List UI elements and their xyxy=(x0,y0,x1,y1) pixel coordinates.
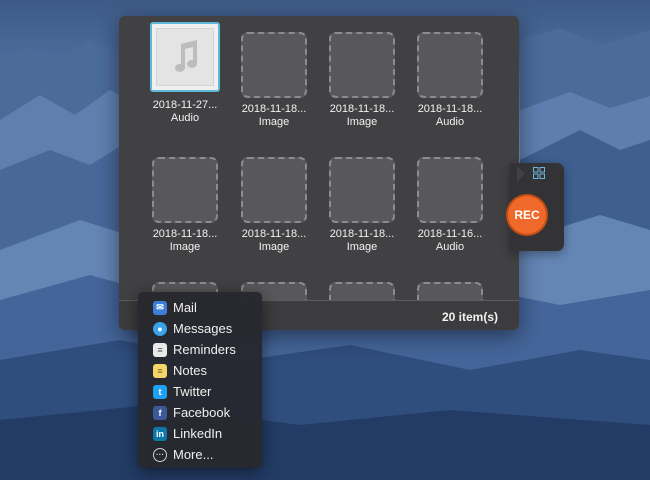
menu-item-notes[interactable]: ≡ Notes xyxy=(138,360,262,381)
item-type: Image xyxy=(258,116,290,128)
menu-item-label: LinkedIn xyxy=(173,426,223,441)
recording-item[interactable]: 2018-11-18... Image xyxy=(318,157,406,253)
item-name: 2018-11-18... xyxy=(329,228,395,240)
menu-item-label: Reminders xyxy=(173,342,236,357)
menu-item-reminders[interactable]: ≡ Reminders xyxy=(138,339,262,360)
image-placeholder xyxy=(152,157,218,223)
menu-item-label: Notes xyxy=(173,363,207,378)
mail-icon: ✉ xyxy=(153,300,167,315)
menu-item-label: Facebook xyxy=(173,405,231,420)
grid-view-icon[interactable] xyxy=(533,167,545,179)
notes-icon: ≡ xyxy=(153,363,167,378)
item-name: 2018-11-18... xyxy=(241,103,307,115)
item-name: 2018-11-27... xyxy=(152,99,218,111)
record-button[interactable]: REC xyxy=(508,196,546,234)
item-name: 2018-11-16... xyxy=(417,228,483,240)
menu-item-label: Twitter xyxy=(173,384,212,399)
menu-item-more[interactable]: ··· More... xyxy=(138,444,262,465)
item-name: 2018-11-18... xyxy=(329,103,395,115)
share-menu: ✉ Mail ● Messages ≡ Reminders ≡ Notes t … xyxy=(138,292,262,468)
item-type: Image xyxy=(258,241,290,253)
recording-item[interactable]: 2018-11-18... Audio xyxy=(406,32,494,128)
item-type: Audio xyxy=(435,116,465,128)
messages-icon: ● xyxy=(153,321,167,336)
menu-item-label: More... xyxy=(173,447,214,462)
item-name: 2018-11-18... xyxy=(241,228,307,240)
image-placeholder xyxy=(241,157,307,223)
item-type: Image xyxy=(346,241,378,253)
menu-item-messages[interactable]: ● Messages xyxy=(138,318,262,339)
menu-item-label: Messages xyxy=(173,321,233,336)
menu-item-linkedin[interactable]: in LinkedIn xyxy=(138,423,262,444)
audio-thumbnail xyxy=(150,22,220,92)
image-placeholder xyxy=(329,157,395,223)
music-note-icon xyxy=(175,40,197,72)
menu-item-label: Mail xyxy=(173,300,197,315)
image-placeholder xyxy=(241,32,307,98)
recording-item[interactable]: 2018-11-18... Image xyxy=(230,157,318,253)
audio-placeholder xyxy=(417,32,483,98)
item-type: Audio xyxy=(435,241,465,253)
item-type: Image xyxy=(169,241,201,253)
recording-item[interactable]: 2018-11-18... Image xyxy=(318,32,406,128)
item-type: Audio xyxy=(170,112,200,124)
item-count: 20 item(s) xyxy=(441,310,498,324)
menu-item-facebook[interactable]: f Facebook xyxy=(138,402,262,423)
more-icon: ··· xyxy=(153,447,167,462)
twitter-icon: t xyxy=(153,384,167,399)
panel-pointer-arrow xyxy=(517,166,525,182)
menu-item-twitter[interactable]: t Twitter xyxy=(138,381,262,402)
item-name: 2018-11-18... xyxy=(417,103,483,115)
recording-item[interactable]: 2018-11-18... Image xyxy=(141,157,229,253)
recording-item[interactable]: 2018-11-27... Audio xyxy=(141,22,229,124)
item-name: 2018-11-18... xyxy=(152,228,218,240)
facebook-icon: f xyxy=(153,405,167,420)
reminders-icon: ≡ xyxy=(153,342,167,357)
recordings-panel: 2018-11-27... Audio 2018-11-18... Image … xyxy=(119,16,519,330)
linkedin-icon: in xyxy=(153,426,167,441)
item-type: Image xyxy=(346,116,378,128)
image-placeholder xyxy=(329,32,395,98)
recording-item[interactable]: 2018-11-16... Audio xyxy=(406,157,494,253)
menu-item-mail[interactable]: ✉ Mail xyxy=(138,297,262,318)
audio-placeholder xyxy=(417,157,483,223)
recording-item[interactable]: 2018-11-18... Image xyxy=(230,32,318,128)
